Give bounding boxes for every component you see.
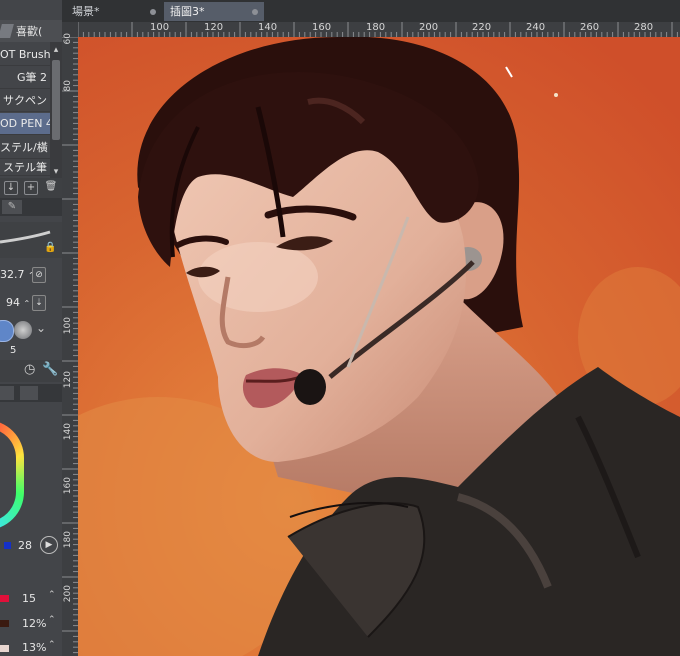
- ruler-label: 180: [63, 531, 73, 549]
- pen-tab-icon[interactable]: ✎: [2, 200, 22, 214]
- brush-set-icon: [0, 24, 14, 38]
- brush-size-value: 32.7: [0, 268, 25, 281]
- ruler-ticks: [62, 37, 78, 654]
- tab-label: 插圖3*: [170, 5, 205, 18]
- brush-actions: ↓ + 🗑: [0, 178, 62, 198]
- brush-item-label: ステル筆: [3, 161, 47, 174]
- color-value-row: 28 ▶: [0, 536, 62, 556]
- color-row-value: 13%: [22, 641, 47, 654]
- headset-microphone: [294, 369, 326, 405]
- brush-item-6[interactable]: ステル筆: [0, 160, 50, 176]
- scroll-down-icon[interactable]: ▾: [50, 166, 62, 178]
- color-row-1[interactable]: 15 ⌃: [0, 590, 62, 608]
- ruler-label: 60: [63, 33, 73, 45]
- white-speck: [554, 93, 558, 97]
- ruler-label: 160: [312, 22, 332, 33]
- ruler-label: 200: [419, 22, 439, 33]
- horizontal-ruler: 100 120 140 160 180 200 220 240 260 280: [78, 22, 680, 38]
- chevron-down-icon[interactable]: ⌄: [36, 321, 46, 335]
- color-row-2[interactable]: 12% ⌃: [0, 615, 62, 633]
- tip-shape-selected-icon[interactable]: [0, 320, 14, 342]
- digital-painting: [78, 37, 680, 656]
- color-row-value: 15: [22, 592, 36, 605]
- brush-item-4-selected[interactable]: OD PEN 4: [0, 113, 50, 135]
- left-panel: 喜歡( OT Brush G筆 2 サクペン OD PEN 4 ステル/橫 ステ…: [0, 0, 62, 656]
- duplicate-icon[interactable]: +: [24, 181, 38, 195]
- lock-icon[interactable]: 🔒: [44, 242, 56, 253]
- color-wheel-inner: [0, 428, 16, 522]
- trash-icon[interactable]: 🗑: [44, 181, 58, 195]
- close-icon[interactable]: [252, 9, 258, 15]
- color-wheel[interactable]: [0, 420, 24, 530]
- play-icon[interactable]: ▶: [40, 536, 58, 554]
- scroll-thumb[interactable]: [52, 60, 60, 140]
- ruler-label: 80: [63, 80, 73, 92]
- ruler-label: 160: [63, 477, 73, 495]
- opacity-field[interactable]: 94 ⌃: [6, 293, 30, 313]
- ruler-label: 280: [634, 22, 654, 33]
- color-wheel-tab-icon[interactable]: [0, 386, 14, 400]
- tab-illustration-3[interactable]: 插圖3*: [164, 2, 264, 21]
- opacity-value: 94: [6, 296, 20, 309]
- vertical-ruler: 60 80 100 120 140 160 180 200: [62, 33, 79, 656]
- brush-item-label: OD PEN 4: [0, 117, 50, 130]
- brush-item-label: サクペン: [3, 94, 47, 107]
- brush-item-1[interactable]: OT Brush: [0, 44, 50, 66]
- tool-option-row: ◷ 🔧: [0, 360, 62, 382]
- document-tab-bar: 場景* 插圖3*: [62, 0, 680, 23]
- ruler-label: 260: [580, 22, 600, 33]
- stepper-icon[interactable]: ⌃: [48, 640, 56, 650]
- color-set-tab-icon[interactable]: [20, 386, 38, 400]
- color-row-swatch: [0, 645, 9, 652]
- wrench-icon[interactable]: 🔧: [42, 362, 58, 377]
- ruler-label: 220: [472, 22, 492, 33]
- opacity-toggle-icon[interactable]: ⇣: [32, 295, 46, 311]
- brush-list-scrollbar[interactable]: ▴ ▾: [50, 42, 62, 182]
- brush-item-label: ステル/橫: [0, 141, 48, 154]
- current-color-swatch[interactable]: [4, 542, 11, 549]
- ruler-label: 120: [204, 22, 224, 33]
- brush-stroke-preview: 🔒: [0, 222, 62, 258]
- brush-set-label: 喜歡(: [16, 25, 43, 38]
- stepper-icon[interactable]: ⌃: [24, 299, 31, 308]
- tip-shape-soft-icon[interactable]: [14, 321, 32, 339]
- ruler-label: 240: [526, 22, 546, 33]
- close-icon[interactable]: [150, 9, 156, 15]
- tab-scene[interactable]: 場景*: [66, 2, 162, 21]
- brush-item-5[interactable]: ステル/橫: [0, 137, 50, 159]
- tab-label: 場景*: [72, 5, 100, 18]
- brush-set-header[interactable]: 喜歡(: [0, 20, 62, 42]
- stabilizer-value: 5: [10, 345, 17, 356]
- brush-item-label: OT Brush: [0, 48, 50, 61]
- color-row-swatch: [0, 620, 9, 627]
- panel-divider: ✎: [0, 198, 62, 216]
- brush-item-3[interactable]: サクペン: [0, 90, 50, 112]
- color-value: 28: [18, 539, 32, 552]
- brush-item-label: G筆 2: [16, 71, 47, 84]
- stepper-icon[interactable]: ⌃: [48, 615, 56, 625]
- ruler-label: 200: [63, 585, 73, 603]
- ruler-label: 180: [366, 22, 386, 33]
- color-row-3[interactable]: 13% ⌃: [0, 640, 62, 656]
- stepper-icon[interactable]: ⌃: [48, 590, 56, 600]
- brush-tip-shapes: ⌄: [0, 318, 62, 342]
- color-row-value: 12%: [22, 617, 47, 630]
- color-panel-tabs: [0, 384, 62, 402]
- download-icon[interactable]: ↓: [4, 181, 18, 195]
- ruler-label: 100: [63, 317, 73, 335]
- reset-icon[interactable]: ◷: [24, 362, 35, 377]
- brush-item-2[interactable]: G筆 2: [0, 67, 50, 89]
- cheek-highlight: [198, 242, 318, 312]
- size-toggle-icon[interactable]: ⊘: [32, 267, 46, 283]
- ruler-label: 140: [63, 423, 73, 441]
- stabilizer-field[interactable]: 5: [10, 344, 16, 358]
- color-row-swatch: [0, 595, 9, 602]
- brush-size-field[interactable]: 32.7 ⌃: [0, 265, 35, 285]
- ruler-label: 120: [63, 371, 73, 389]
- drawing-canvas[interactable]: [78, 37, 680, 656]
- ruler-label: 140: [258, 22, 278, 33]
- scroll-up-icon[interactable]: ▴: [50, 44, 62, 56]
- ruler-label: 100: [150, 22, 170, 33]
